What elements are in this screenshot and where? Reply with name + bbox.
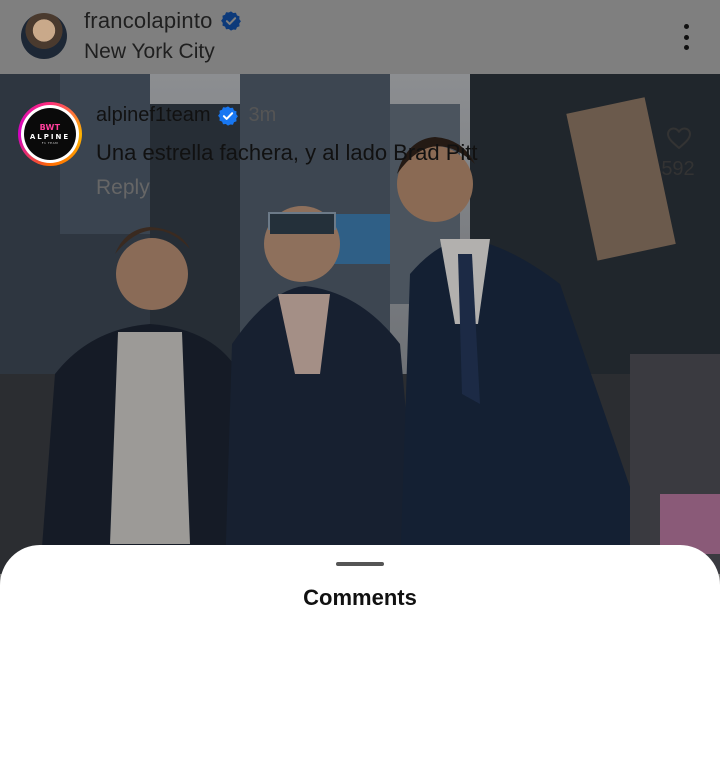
sheet-drag-handle[interactable] (336, 562, 384, 566)
comment-username[interactable]: alpinef1team (96, 104, 211, 127)
post-author-avatar[interactable] (21, 13, 67, 59)
comment-author-avatar[interactable]: BWT ALPINE F1 TEAM (18, 102, 82, 166)
verified-badge-icon (220, 11, 241, 31)
more-options-dot (683, 24, 689, 29)
logo-line-1: BWT (39, 123, 61, 132)
verified-badge-icon (217, 105, 238, 126)
post-location[interactable]: New York City (84, 40, 215, 64)
post-header: francolapinto New York City (0, 0, 720, 74)
comment-timestamp: 3m (248, 104, 277, 126)
post-author[interactable]: francolapinto (84, 8, 242, 34)
more-options-icon[interactable] (672, 20, 700, 54)
more-options-dot (683, 34, 689, 40)
heart-icon[interactable] (666, 126, 692, 150)
like-count: 592 (661, 158, 695, 180)
logo-line-3: F1 TEAM (41, 141, 59, 145)
more-options-dot (683, 45, 689, 50)
reply-button[interactable]: Reply (96, 176, 150, 200)
comment-meta: alpinef1team 3m (96, 104, 276, 127)
logo-line-2: ALPINE (29, 133, 71, 141)
alpine-logo: BWT ALPINE F1 TEAM (24, 108, 76, 160)
comment-avatar-ring: BWT ALPINE F1 TEAM (21, 105, 79, 163)
comment-text: Una estrella fachera, y al lado Brad Pit… (96, 140, 478, 165)
sheet-title: Comments (303, 585, 417, 610)
post-username[interactable]: francolapinto (84, 8, 213, 34)
comments-sheet: Comments (0, 545, 720, 759)
